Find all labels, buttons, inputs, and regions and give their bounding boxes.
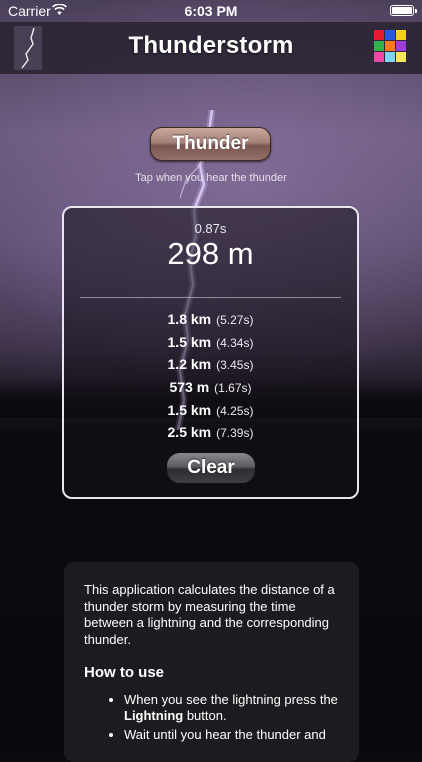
step-text: button.: [183, 708, 227, 723]
clear-button[interactable]: Clear: [166, 452, 256, 484]
status-bar: Carrier 6:03 PM: [0, 0, 422, 22]
info-heading: How to use: [84, 664, 165, 681]
history-row: 1.5 km (4.34s): [64, 331, 357, 354]
history-time: (7.39s): [216, 426, 254, 441]
history-row: 573 m (1.67s): [64, 376, 357, 399]
palette-swatch: [396, 52, 406, 62]
thunder-button[interactable]: Thunder: [150, 127, 271, 161]
history-distance: 2.5 km: [167, 424, 212, 441]
history-time: (5.27s): [216, 313, 254, 327]
clock: 6:03 PM: [184, 3, 238, 19]
history-time: (4.25s): [216, 403, 254, 418]
instruction-step-1: When you see the lightning press the Lig…: [124, 692, 339, 725]
palette-swatch: [374, 52, 384, 62]
latest-time: 0.87s: [194, 221, 227, 236]
palette-swatch: [374, 41, 384, 51]
history-distance: 1.8 km: [167, 311, 212, 327]
battery-icon: [390, 5, 417, 16]
battery-level: [392, 7, 412, 14]
step-text: When you see the lightning press the: [124, 691, 338, 707]
info-intro: This application calculates the distance…: [84, 582, 335, 647]
history-distance: 573 m: [169, 379, 210, 396]
step-text: Wait until you hear the thunder and: [124, 726, 326, 742]
instruction-step-2: Wait until you hear the thunder and: [124, 727, 339, 744]
palette-swatch: [396, 30, 406, 40]
history-row: 1.5 km (4.25s): [64, 399, 357, 422]
palette-swatch: [385, 30, 395, 40]
color-palette-icon[interactable]: [374, 30, 406, 62]
thunder-hint: Tap when you hear the thunder: [135, 172, 287, 184]
measurement-history: 1.8 km (5.27s) 1.5 km (4.34s) 1.2 km (3.45s…: [64, 308, 357, 444]
page-title: Thunderstorm: [128, 32, 294, 59]
history-time: (1.67s): [214, 381, 252, 396]
palette-swatch: [385, 52, 395, 62]
info-card: This application calculates the distance…: [64, 562, 359, 762]
history-distance: 1.5 km: [167, 401, 212, 418]
navigation-bar: Thunderstorm: [0, 22, 422, 74]
palette-swatch: [374, 30, 384, 40]
history-row: 1.2 km (3.45s): [64, 353, 357, 376]
history-time: (4.34s): [216, 335, 254, 350]
divider: [80, 297, 341, 298]
history-time: (3.45s): [216, 358, 254, 373]
measurement-panel: 0.87s 298 m 1.8 km (5.27s) 1.5 km (4.34s) …: [62, 206, 359, 499]
palette-swatch: [385, 41, 395, 51]
history-distance: 1.2 km: [167, 356, 212, 373]
lightning-button-reference: Lightning: [124, 708, 184, 723]
palette-swatch: [396, 41, 406, 51]
instructions-list: When you see the lightning press the Lig…: [84, 692, 339, 744]
history-row: 2.5 km (7.39s): [64, 421, 357, 444]
history-distance: 1.5 km: [167, 333, 212, 350]
history-row: 1.8 km (5.27s): [64, 308, 357, 331]
latest-distance: 298 m: [167, 236, 254, 271]
